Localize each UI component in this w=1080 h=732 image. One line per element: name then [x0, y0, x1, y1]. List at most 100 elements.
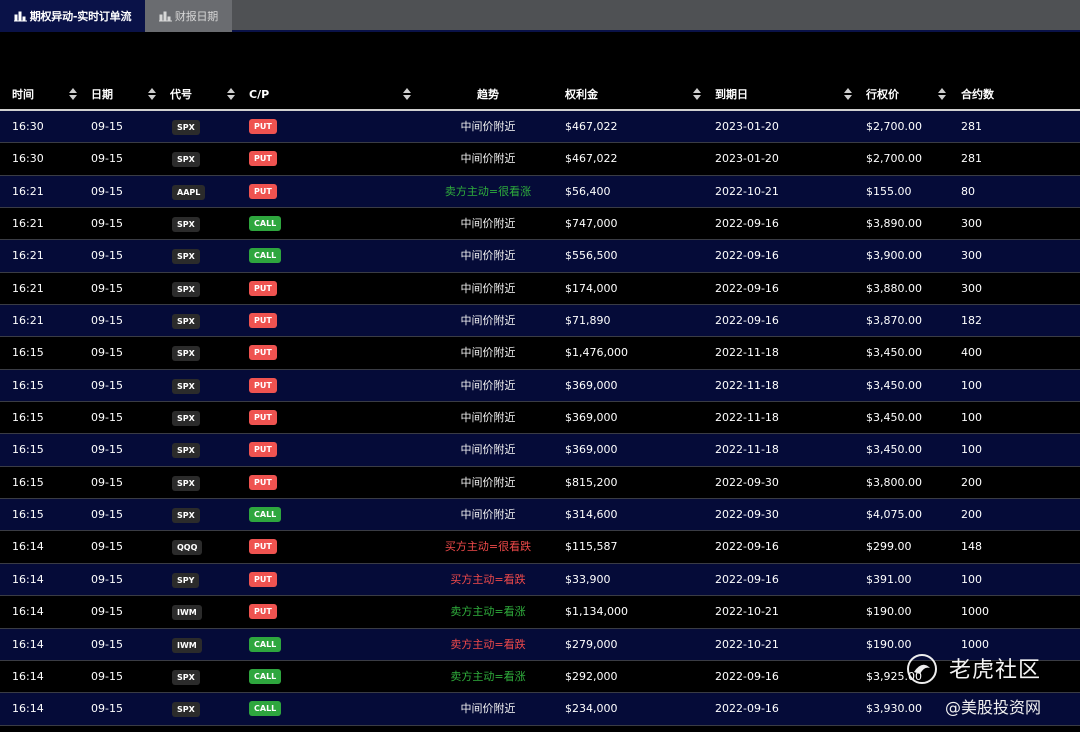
column-header-symbol[interactable]: 代号 — [170, 78, 192, 111]
table-row[interactable]: 16:30 09-15 SPX PUT 中间价附近 $467,022 2023-01-20 $… — [0, 143, 1080, 176]
column-header-premium[interactable]: 权利金 — [565, 78, 598, 111]
cell-time: 16:15 — [12, 508, 44, 522]
cell-date: 09-15 — [91, 411, 123, 425]
sort-icon[interactable] — [938, 88, 946, 100]
column-header-time[interactable]: 时间 — [12, 78, 34, 111]
table-row[interactable]: 16:15 09-15 SPX PUT 中间价附近 $369,000 2022-11-18 $… — [0, 369, 1080, 403]
cell-trend: 中间价附近 — [460, 281, 516, 295]
table-row[interactable]: 16:30 09-15 SPX PUT 中间价附近 $467,022 2023-01-20 $… — [0, 111, 1080, 144]
table-row[interactable]: 16:15 09-15 SPX PUT 中间价附近 $369,000 2022-11-18 $… — [0, 434, 1080, 467]
chart-icon — [13, 11, 27, 21]
cp-badge: CALL — [249, 701, 282, 717]
cell-time: 16:15 — [12, 475, 44, 489]
symbol-badge: SPX — [172, 152, 200, 168]
cell-expiry: 2022-09-16 — [715, 572, 779, 586]
cell-strike: $3,450.00 — [866, 346, 922, 360]
table-row[interactable]: 16:14 09-15 QQQ PUT 买方主动=很看跌 $115,587 2022-09-… — [0, 531, 1080, 564]
cell-premium: $1,476,000 — [565, 346, 628, 360]
column-header-contracts[interactable]: 合约数 — [961, 78, 994, 111]
cell-date: 09-15 — [91, 475, 123, 489]
cell-strike: $3,870.00 — [866, 314, 922, 328]
cell-strike: $3,930.00 — [866, 702, 922, 716]
cell-strike: $190.00 — [866, 637, 912, 651]
cell-premium: $369,000 — [565, 443, 618, 457]
table-row[interactable]: 16:15 09-15 SPX CALL 中间价附近 $314,600 2022-09-30… — [0, 499, 1080, 532]
cell-time: 16:14 — [12, 702, 44, 716]
table-row[interactable]: 16:21 09-15 SPX CALL 中间价附近 $747,000 2022-09-16… — [0, 208, 1080, 241]
cell-premium: $71,890 — [565, 314, 611, 328]
tab-earnings-dates[interactable]: 财报日期 — [145, 0, 232, 32]
cell-trend: 买方主动=看跌 — [450, 572, 526, 586]
cell-trend: 中间价附近 — [460, 475, 516, 489]
column-header-cp[interactable]: C/P — [249, 78, 269, 111]
cell-date: 09-15 — [91, 508, 123, 522]
table-row[interactable]: 16:15 09-15 SPX PUT 中间价附近 $369,000 2022-11-18 $… — [0, 402, 1080, 435]
cell-premium: $815,200 — [565, 475, 618, 489]
cell-time: 16:21 — [12, 249, 44, 263]
cell-contracts: 200 — [961, 508, 982, 522]
table-row[interactable]: 16:14 09-15 SPX CALL 中间价附近 $234,000 2022-09-16… — [0, 693, 1080, 726]
cell-contracts: 200 — [961, 475, 982, 489]
cell-time: 16:21 — [12, 314, 44, 328]
cell-date: 09-15 — [91, 217, 123, 231]
cell-premium: $279,000 — [565, 637, 618, 651]
table-row[interactable]: 16:14 09-15 IWM PUT 卖方主动=看涨 $1,134,000 2022-10… — [0, 596, 1080, 629]
cell-contracts: 1000 — [961, 637, 989, 651]
table-body: 16:30 09-15 SPX PUT 中间价附近 $467,022 2023-01-20 $… — [0, 111, 1080, 726]
cell-expiry: 2022-09-30 — [715, 475, 779, 489]
column-header-trend[interactable]: 趋势 — [418, 78, 558, 111]
column-header-date[interactable]: 日期 — [91, 78, 113, 111]
table-row[interactable]: 16:21 09-15 SPX PUT 中间价附近 $71,890 2022-09-16 $3… — [0, 305, 1080, 338]
column-header-expiry[interactable]: 到期日 — [715, 78, 748, 111]
symbol-badge: QQQ — [172, 540, 203, 556]
table-row[interactable]: 16:15 09-15 SPX PUT 中间价附近 $1,476,000 2022-11-1… — [0, 337, 1080, 370]
cp-badge: PUT — [249, 604, 277, 620]
cell-trend: 中间价附近 — [460, 346, 516, 360]
cell-expiry: 2022-11-18 — [715, 443, 779, 457]
table-row[interactable]: 16:14 09-15 IWM CALL 卖方主动=看跌 $279,000 2022-10-… — [0, 628, 1080, 661]
sort-icon[interactable] — [403, 88, 411, 100]
cp-badge: PUT — [249, 345, 277, 361]
table-header: 时间 日期 代号 C/P 趋势 权利金 到期日 行权价 合约数 — [0, 78, 1080, 111]
table-row[interactable]: 16:21 09-15 SPX CALL 中间价附近 $556,500 2022-09-16… — [0, 240, 1080, 273]
cell-strike: $3,890.00 — [866, 217, 922, 231]
cell-date: 09-15 — [91, 540, 123, 554]
cell-strike: $3,800.00 — [866, 475, 922, 489]
cell-trend: 中间价附近 — [460, 411, 516, 425]
cell-time: 16:14 — [12, 605, 44, 619]
symbol-badge: SPX — [172, 411, 200, 427]
cell-strike: $3,450.00 — [866, 411, 922, 425]
cell-strike: $155.00 — [866, 184, 912, 198]
cp-badge: CALL — [249, 636, 282, 652]
symbol-badge: SPY — [172, 572, 200, 588]
cell-strike: $391.00 — [866, 572, 912, 586]
table-row[interactable]: 16:21 09-15 AAPL PUT 卖方主动=很看涨 $56,400 2022-10-… — [0, 175, 1080, 209]
cell-contracts: 1000 — [961, 605, 989, 619]
table-row[interactable]: 16:15 09-15 SPX PUT 中间价附近 $815,200 2022-09-30 $… — [0, 466, 1080, 500]
sort-icon[interactable] — [148, 88, 156, 100]
symbol-badge: SPX — [172, 702, 200, 718]
cell-date: 09-15 — [91, 314, 123, 328]
cell-expiry: 2022-09-16 — [715, 314, 779, 328]
sort-icon[interactable] — [227, 88, 235, 100]
tab-options-flow[interactable]: 期权异动-实时订单流 — [0, 0, 145, 32]
column-header-strike[interactable]: 行权价 — [866, 78, 899, 111]
cell-date: 09-15 — [91, 572, 123, 586]
cell-premium: $56,400 — [565, 184, 611, 198]
cell-strike: $190.00 — [866, 605, 912, 619]
cp-badge: PUT — [249, 119, 277, 134]
cell-strike: $3,880.00 — [866, 281, 922, 295]
sort-icon[interactable] — [69, 88, 77, 100]
table-row[interactable]: 16:21 09-15 SPX PUT 中间价附近 $174,000 2022-09-16 $… — [0, 272, 1080, 306]
sort-icon[interactable] — [844, 88, 852, 100]
cell-date: 09-15 — [91, 443, 123, 457]
sort-icon[interactable] — [693, 88, 701, 100]
cell-premium: $1,134,000 — [565, 605, 628, 619]
cell-date: 09-15 — [91, 281, 123, 295]
table-row[interactable]: 16:14 09-15 SPX CALL 卖方主动=看涨 $292,000 2022-09-… — [0, 660, 1080, 694]
cell-premium: $467,022 — [565, 120, 618, 133]
table-row[interactable]: 16:14 09-15 SPY PUT 买方主动=看跌 $33,900 2022-09-16… — [0, 563, 1080, 597]
cell-contracts: 100 — [961, 443, 982, 457]
cell-trend: 卖方主动=很看涨 — [444, 184, 532, 198]
cell-premium: $556,500 — [565, 249, 618, 263]
